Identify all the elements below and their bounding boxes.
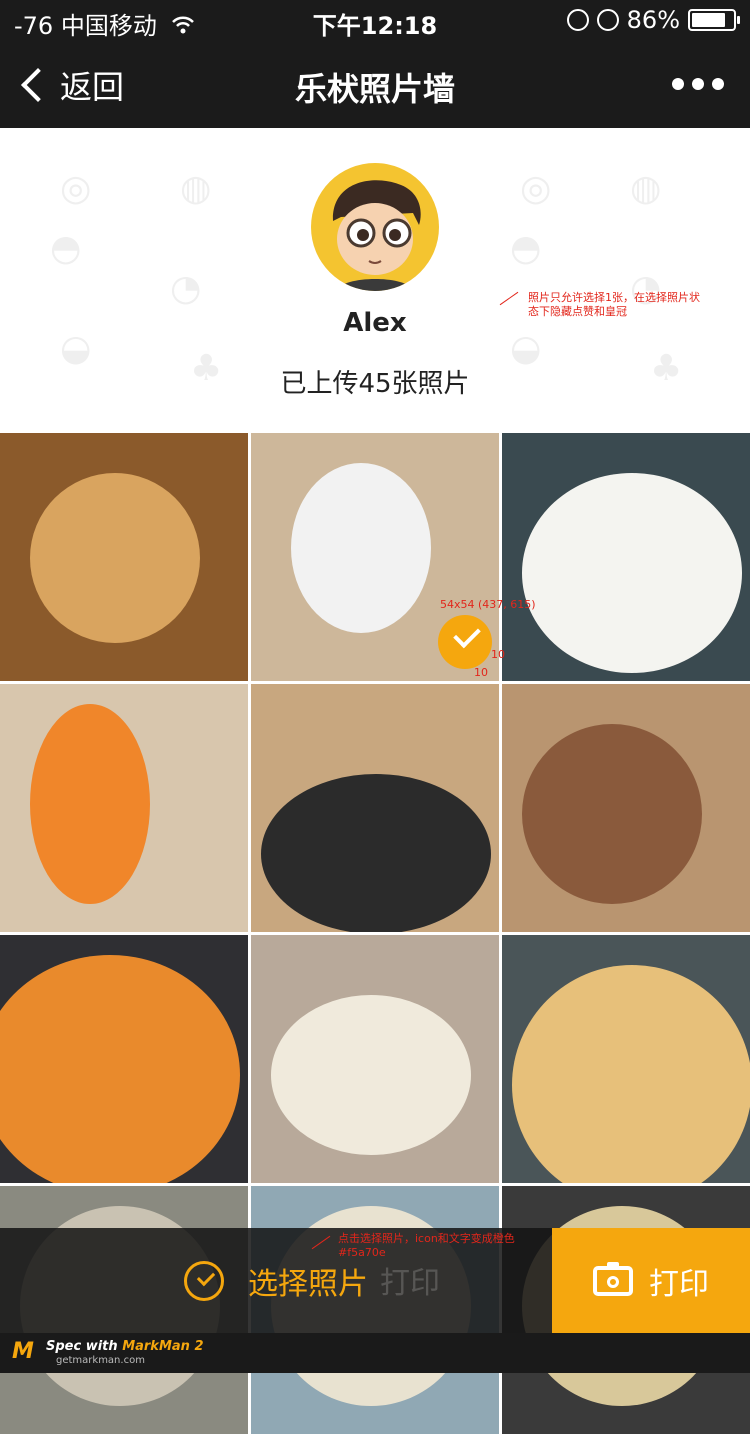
markman-name: MarkMan 2 bbox=[122, 1339, 204, 1354]
rice-curry-photo[interactable] bbox=[251, 684, 499, 932]
selected-check-icon[interactable] bbox=[438, 615, 492, 669]
photo-subject bbox=[0, 955, 240, 1183]
battery-icon bbox=[688, 9, 740, 31]
faint-print-label: 打印 bbox=[380, 1266, 440, 1301]
photo-subject bbox=[291, 463, 431, 633]
dot-icon bbox=[672, 78, 684, 90]
nav-bar: 返回 乐枤照片墙 bbox=[0, 40, 750, 128]
rotation-lock-icon bbox=[566, 9, 589, 31]
annotation-measure: 54x54 (437, 615) bbox=[440, 598, 536, 611]
avatar[interactable] bbox=[311, 163, 439, 291]
bottom-action-bar: 选择照片 打印 打印 点击选择照片，icon和文字变成橙色 #f5a70e bbox=[0, 1228, 750, 1333]
status-icons: 86% bbox=[566, 6, 740, 34]
decor-pizza-icon: ◍ bbox=[630, 168, 662, 209]
annotation-arrow bbox=[499, 291, 519, 306]
avatar-illustration bbox=[332, 180, 421, 291]
battery-percent: 86% bbox=[626, 6, 680, 34]
photo-subject bbox=[261, 774, 491, 932]
cookies-photo[interactable] bbox=[0, 433, 248, 681]
markman-site: getmarkman.com bbox=[56, 1355, 145, 1366]
orange-juice-photo[interactable] bbox=[0, 684, 248, 932]
photo-subject bbox=[522, 724, 702, 904]
steak-fries-photo[interactable] bbox=[502, 684, 750, 932]
photo-subject bbox=[512, 965, 750, 1183]
annotation-note-bottom: 点击选择照片，icon和文字变成橙色 #f5a70e bbox=[338, 1232, 515, 1259]
salad-photo[interactable] bbox=[502, 433, 750, 681]
select-photo-label: 选择照片 bbox=[248, 1266, 368, 1302]
markman-prefix: Spec with bbox=[46, 1339, 118, 1354]
annotation-gap-bottom: 10 bbox=[474, 666, 488, 679]
decor-pizza-icon: ◍ bbox=[180, 168, 212, 209]
pizza-photo[interactable] bbox=[502, 935, 750, 1183]
upload-count: 已上传45张照片 bbox=[280, 369, 470, 399]
check-circle-icon bbox=[184, 1260, 224, 1301]
print-button[interactable]: 打印 bbox=[552, 1228, 750, 1333]
decor-chicken-icon: ◓ bbox=[50, 228, 82, 269]
battery-tip bbox=[737, 16, 740, 24]
markman-footer: M Spec with MarkMan 2 getmarkman.com bbox=[0, 1333, 750, 1373]
dot-icon bbox=[692, 78, 704, 90]
annotation-gap-right: 10 bbox=[491, 648, 505, 661]
more-button[interactable] bbox=[672, 78, 724, 90]
photo-subject bbox=[30, 704, 150, 904]
alarm-icon bbox=[596, 9, 619, 31]
camera-icon bbox=[593, 1261, 633, 1296]
dot-icon bbox=[712, 78, 724, 90]
battery-fill bbox=[692, 13, 725, 27]
markman-brand: Spec with MarkMan 2 bbox=[46, 1339, 204, 1354]
photo-subject bbox=[271, 995, 471, 1155]
soup-bowl-photo[interactable] bbox=[251, 935, 499, 1183]
pasta-photo[interactable] bbox=[0, 935, 248, 1183]
decor-chicken-icon: ◓ bbox=[510, 228, 542, 269]
profile-header: ◎ ◍ ◓ ◔ ◒ ♣ ◎ ◍ ◓ ◔ ◒ ♣ Alex 已上传45张照片 照片… bbox=[0, 128, 750, 433]
print-label: 打印 bbox=[649, 1266, 709, 1302]
decor-cutlery-icon: ◎ bbox=[60, 168, 92, 209]
annotation-note-top: 照片只允许选择1张，在选择照片状态下隐藏点赞和皇冠 bbox=[528, 291, 700, 318]
status-bar: -76 中国移动 下午12:18 86% bbox=[0, 0, 750, 40]
page-title: 乐枤照片墙 bbox=[294, 70, 455, 108]
photo-subject bbox=[30, 473, 200, 643]
decor-cutlery-icon: ◎ bbox=[520, 168, 552, 209]
markman-logo-icon: M bbox=[12, 1339, 34, 1364]
decor-clock-icon: ◔ bbox=[170, 268, 202, 309]
photo-subject bbox=[522, 473, 742, 673]
